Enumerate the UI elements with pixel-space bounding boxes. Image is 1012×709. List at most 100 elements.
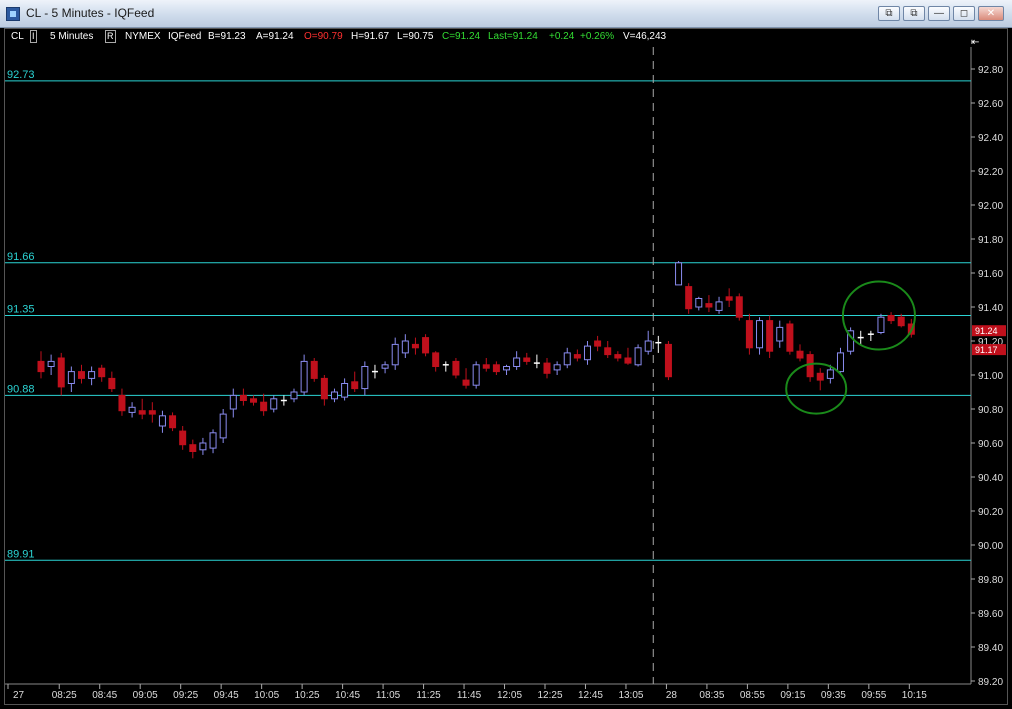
candle-body bbox=[351, 381, 359, 390]
candle-body bbox=[523, 357, 531, 362]
candle-body bbox=[320, 377, 328, 400]
candle-body bbox=[897, 316, 905, 327]
candle-body bbox=[624, 357, 632, 364]
price-tick-label: 89.80 bbox=[978, 575, 1003, 586]
window-title: CL - 5 Minutes - IQFeed bbox=[26, 6, 155, 20]
price-tick-label: 90.60 bbox=[978, 439, 1003, 450]
symbol-dropdown[interactable]: I bbox=[30, 30, 37, 43]
candle-body bbox=[179, 430, 187, 446]
candlestick-chart[interactable]: 92.80 92.60 92.40 92.20 92.00 91.80 91.60 91.40… bbox=[5, 29, 1007, 704]
axis-menu-icon[interactable]: ⇤ bbox=[971, 37, 979, 48]
candle-body bbox=[563, 352, 571, 366]
candle-body bbox=[128, 406, 136, 413]
time-tick-label: 09:25 bbox=[173, 690, 198, 701]
time-tick-label: 09:15 bbox=[780, 690, 805, 701]
candle-body bbox=[644, 340, 652, 352]
price-tag-label: 91.17 bbox=[975, 345, 998, 355]
candle-body bbox=[169, 415, 177, 429]
candle-body bbox=[77, 371, 85, 379]
line-price-label: 91.66 bbox=[7, 251, 35, 263]
time-tick-label: 09:05 bbox=[133, 690, 158, 701]
candle-body bbox=[877, 316, 885, 334]
interval-dropdown[interactable]: R bbox=[105, 30, 116, 43]
candle-body bbox=[290, 391, 298, 400]
time-tick-label: 12:25 bbox=[537, 690, 562, 701]
price-tick-label: 90.00 bbox=[978, 541, 1003, 552]
candle-body bbox=[219, 413, 227, 439]
candle-body bbox=[98, 367, 106, 378]
price-tick-label: 92.40 bbox=[978, 133, 1003, 144]
candle-body bbox=[57, 357, 65, 388]
time-tick-label: 27 bbox=[13, 690, 25, 701]
price-tick-label: 89.60 bbox=[978, 609, 1003, 620]
candle-body bbox=[189, 444, 197, 453]
candle-body bbox=[604, 347, 612, 356]
time-tick-label: 10:45 bbox=[335, 690, 360, 701]
candle-body bbox=[826, 369, 834, 379]
time-tick-label: 09:55 bbox=[861, 690, 886, 701]
close-button[interactable]: ✕ bbox=[978, 6, 1004, 21]
time-tick-label: 08:25 bbox=[52, 690, 77, 701]
candle-body bbox=[715, 301, 723, 311]
change-value: +0.24 bbox=[549, 31, 575, 42]
candle-body bbox=[199, 442, 207, 451]
line-price-label: 92.73 bbox=[7, 69, 35, 81]
time-tick-label: 10:25 bbox=[295, 690, 320, 701]
candle-body bbox=[310, 360, 318, 379]
symbol-label: CL bbox=[11, 31, 24, 42]
candle-body bbox=[685, 286, 693, 310]
candle-body bbox=[594, 340, 602, 347]
candle-body bbox=[341, 383, 349, 398]
candle-body bbox=[786, 323, 794, 352]
candle-body bbox=[148, 410, 156, 415]
candle-body bbox=[239, 394, 247, 401]
candle-body bbox=[756, 320, 764, 349]
open-value: O=90.79 bbox=[304, 31, 343, 42]
candle-body bbox=[583, 345, 591, 361]
minimize-button[interactable]: — bbox=[928, 6, 950, 21]
interval-label: 5 Minutes bbox=[50, 31, 94, 42]
candle-body bbox=[229, 394, 237, 410]
price-tick-label: 91.00 bbox=[978, 371, 1003, 382]
time-tick-label: 08:55 bbox=[740, 690, 765, 701]
candle-body bbox=[37, 360, 45, 373]
candle-body bbox=[725, 296, 733, 301]
time-tick-label: 11:25 bbox=[416, 690, 441, 701]
candle-body bbox=[138, 410, 146, 415]
volume-value: V=46,243 bbox=[623, 31, 667, 42]
candle-body bbox=[766, 320, 774, 352]
price-tick-label: 92.20 bbox=[978, 167, 1003, 178]
price-tick-label: 91.60 bbox=[978, 269, 1003, 280]
time-tick-label: 08:35 bbox=[699, 690, 724, 701]
candle-body bbox=[47, 360, 55, 367]
candle-body bbox=[462, 379, 470, 386]
candle-body bbox=[260, 401, 268, 412]
chart-info-bar: CL I 5 Minutes R NYMEX IQFeed B=91.23 A=… bbox=[5, 29, 975, 45]
price-tick-label: 92.60 bbox=[978, 99, 1003, 110]
chart-panel[interactable]: 92.80 92.60 92.40 92.20 92.00 91.80 91.60 91.40… bbox=[4, 28, 1008, 705]
candle-body bbox=[573, 354, 581, 359]
candle-body bbox=[88, 371, 96, 379]
price-tick-label: 92.00 bbox=[978, 201, 1003, 212]
candle-body bbox=[472, 364, 480, 386]
time-tick-label: 11:05 bbox=[376, 690, 401, 701]
bid-value: B=91.23 bbox=[208, 31, 246, 42]
candle-body bbox=[108, 377, 116, 390]
price-tick-label: 92.80 bbox=[978, 65, 1003, 76]
float-window-button[interactable]: ⧉ bbox=[903, 6, 925, 21]
time-tick-label: 10:05 bbox=[254, 690, 279, 701]
link-window-button[interactable]: ⧉ bbox=[878, 6, 900, 21]
time-tick-label: 10:15 bbox=[902, 690, 927, 701]
window-titlebar: CL - 5 Minutes - IQFeed ⧉ ⧉ — ◻ ✕ bbox=[0, 0, 1012, 28]
price-tick-label: 91.40 bbox=[978, 303, 1003, 314]
candle-body bbox=[695, 298, 703, 308]
candle-body bbox=[270, 398, 278, 410]
candle-body bbox=[391, 343, 399, 366]
candle-body bbox=[300, 360, 308, 393]
ask-value: A=91.24 bbox=[256, 31, 294, 42]
time-tick-label: 09:35 bbox=[821, 690, 846, 701]
price-tick-label: 90.80 bbox=[978, 405, 1003, 416]
maximize-button[interactable]: ◻ bbox=[953, 6, 975, 21]
time-tick-label: 12:45 bbox=[578, 690, 603, 701]
time-tick-label: 28 bbox=[666, 690, 678, 701]
